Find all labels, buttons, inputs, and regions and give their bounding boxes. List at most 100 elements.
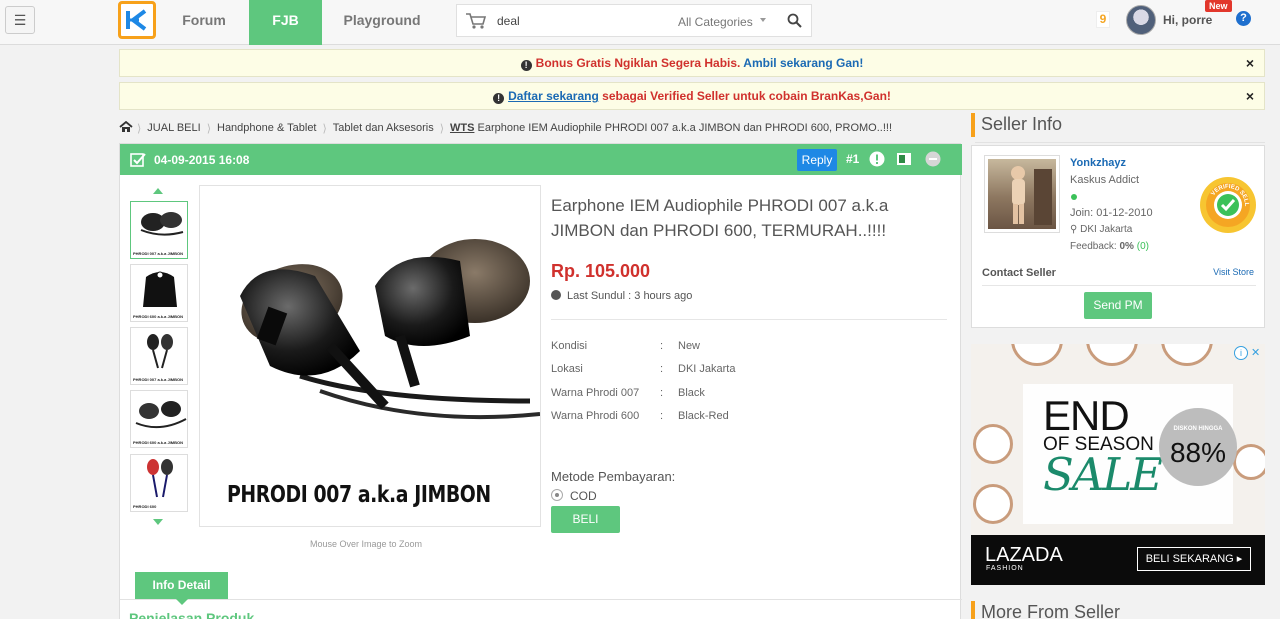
- feedback-count[interactable]: 0: [1140, 241, 1146, 252]
- seller-info-heading: Seller Info: [971, 113, 1265, 143]
- scrollbar[interactable]: [1268, 46, 1280, 619]
- watch-image: [973, 484, 1013, 524]
- seller-join-date: Join: 01-12-2010: [1070, 207, 1153, 219]
- nav-forum[interactable]: Forum: [168, 0, 240, 45]
- banner-text: sebagai Verified Seller untuk cobain Bra…: [598, 89, 891, 103]
- post-number[interactable]: #1: [846, 152, 859, 166]
- thumbnail-caption: PHRODI 600 a.k.a JIMBON: [133, 314, 184, 319]
- seller-avatar[interactable]: [984, 155, 1060, 233]
- thumbnail[interactable]: PHRODI 007 a.k.a JIMBON: [130, 327, 188, 385]
- breadcrumb-current-text: Earphone IEM Audiophile PHRODI 007 a.k.a…: [477, 122, 893, 134]
- breadcrumb-item[interactable]: JUAL BELI: [141, 122, 206, 134]
- search-icon[interactable]: [787, 13, 802, 31]
- notification-count[interactable]: 9: [1096, 11, 1110, 28]
- chevron-down-icon[interactable]: [153, 519, 163, 525]
- report-icon[interactable]: [869, 151, 885, 167]
- spec-label: Kondisi: [551, 340, 588, 352]
- breadcrumb-item[interactable]: Tablet dan Aksesoris: [327, 122, 440, 134]
- top-navbar: ☰ Forum FJB Playground All Categories 9 …: [0, 0, 1280, 45]
- verified-seller-badge-icon: VERIFIED SELLER: [1197, 172, 1257, 237]
- more-icon[interactable]: [925, 151, 941, 167]
- chevron-up-icon[interactable]: [153, 188, 163, 194]
- post-card: 04-09-2015 16:08 Reply #1 PHRODI 007 a.k…: [119, 143, 962, 619]
- new-badge: New: [1205, 0, 1232, 12]
- chevron-down-icon: [760, 18, 766, 22]
- nav-fjb[interactable]: FJB: [249, 0, 322, 45]
- close-icon[interactable]: ✕: [1251, 346, 1263, 360]
- category-select[interactable]: All Categories: [678, 15, 753, 29]
- nav-playground[interactable]: Playground: [330, 0, 434, 45]
- seller-name[interactable]: Yonkzhayz: [1070, 157, 1126, 169]
- spec-colon: :: [660, 387, 664, 399]
- seller-rank: Kaskus Addict: [1070, 174, 1140, 186]
- last-sundul: Last Sundul : 3 hours ago: [551, 290, 692, 302]
- lazada-ad[interactable]: END OF SEASON SALE DISKON HINGGA 88% LAZ…: [971, 344, 1265, 585]
- beli-sekarang-button[interactable]: BELI SEKARANG ▸: [1137, 547, 1251, 571]
- watch-image: [973, 424, 1013, 464]
- spec-colon: :: [660, 410, 664, 422]
- online-status-icon: [1071, 194, 1077, 200]
- product-price: Rp. 105.000: [551, 261, 651, 281]
- checkbox-icon[interactable]: [130, 152, 146, 171]
- discount-value: 88%: [1169, 437, 1227, 468]
- cod-label[interactable]: COD: [570, 489, 597, 503]
- thumbnail-caption: PHRODI 007 a.k.a JIMBON: [133, 251, 184, 256]
- kaskus-logo-icon[interactable]: [118, 1, 156, 39]
- map-pin-icon: ⚲: [1070, 224, 1081, 235]
- warning-icon: !: [493, 93, 505, 104]
- discount-label: DISKON HINGGA: [1173, 426, 1223, 432]
- home-icon[interactable]: [119, 120, 137, 136]
- watch-image: [1011, 344, 1063, 366]
- tab-divider: [120, 599, 962, 600]
- share-icon[interactable]: [896, 151, 912, 167]
- hamburger-menu-button[interactable]: ☰: [5, 6, 35, 34]
- thumbnail[interactable]: PHRODI 600 a.k.a JIMBON: [130, 390, 188, 448]
- adchoices-icon[interactable]: i: [1234, 346, 1248, 360]
- spec-label: Warna Phrodi 007: [551, 387, 640, 399]
- ad-headline: END: [1043, 392, 1130, 439]
- user-greeting[interactable]: Hi, porre: [1163, 13, 1212, 27]
- post-date: 04-09-2015 16:08: [154, 153, 250, 167]
- cod-radio[interactable]: [551, 489, 563, 501]
- payment-title: Metode Pembayaran:: [551, 469, 676, 484]
- clock-icon: [551, 290, 561, 300]
- reply-button[interactable]: Reply: [797, 149, 837, 171]
- watch-image: [1233, 444, 1265, 480]
- watch-image: [1086, 344, 1138, 366]
- search-bar: All Categories: [456, 4, 812, 37]
- daftar-link[interactable]: Daftar sekarang: [508, 89, 599, 103]
- section-title: Penjelasan Produk: [129, 610, 255, 619]
- thumbnail-caption: PHRODI 600: [133, 504, 157, 509]
- verified-seller-banner: ! Daftar sekarang sebagai Verified Seller…: [119, 82, 1265, 110]
- search-input[interactable]: [497, 5, 667, 36]
- breadcrumb-current: WTS Earphone IEM Audiophile PHRODI 007 a…: [444, 122, 898, 134]
- help-icon[interactable]: ?: [1236, 11, 1251, 26]
- warning-icon: !: [520, 60, 532, 71]
- close-icon[interactable]: ×: [1246, 50, 1254, 76]
- cart-icon[interactable]: [465, 12, 487, 33]
- feedback-label: Feedback:: [1070, 241, 1117, 252]
- spec-value: Black: [678, 387, 705, 399]
- product-image[interactable]: PHRODI 007 a.k.a JIMBON: [199, 185, 541, 527]
- breadcrumb-item[interactable]: Handphone & Tablet: [211, 122, 323, 134]
- tab-info-detail[interactable]: Info Detail: [135, 572, 228, 605]
- banner-text: Bonus Gratis Ngiklan Segera Habis.: [535, 56, 741, 70]
- send-pm-button[interactable]: Send PM: [1084, 292, 1152, 319]
- thumbnail[interactable]: PHRODI 600: [130, 454, 188, 512]
- watch-image: [1161, 344, 1213, 366]
- more-from-seller-heading: More From Seller: [971, 601, 1265, 619]
- spec-colon: :: [660, 340, 664, 352]
- close-icon[interactable]: ×: [1246, 83, 1254, 109]
- banner-link[interactable]: Ambil sekarang Gan!: [743, 56, 863, 70]
- thumbnail-caption: PHRODI 007 a.k.a JIMBON: [133, 377, 184, 382]
- thumbnail[interactable]: PHRODI 600 a.k.a JIMBON: [130, 264, 188, 322]
- spec-label: Warna Phrodi 600: [551, 410, 640, 422]
- divider: [551, 319, 947, 320]
- visit-store-link[interactable]: Visit Store: [1213, 267, 1254, 277]
- buy-button[interactable]: BELI: [551, 506, 620, 533]
- seller-location-text: DKI Jakarta: [1080, 224, 1133, 235]
- thumbnail[interactable]: PHRODI 007 a.k.a JIMBON: [130, 201, 188, 259]
- avatar[interactable]: [1126, 5, 1156, 35]
- last-sundul-text: Last Sundul : 3 hours ago: [567, 290, 693, 302]
- contact-seller-label: Contact Seller: [982, 267, 1056, 279]
